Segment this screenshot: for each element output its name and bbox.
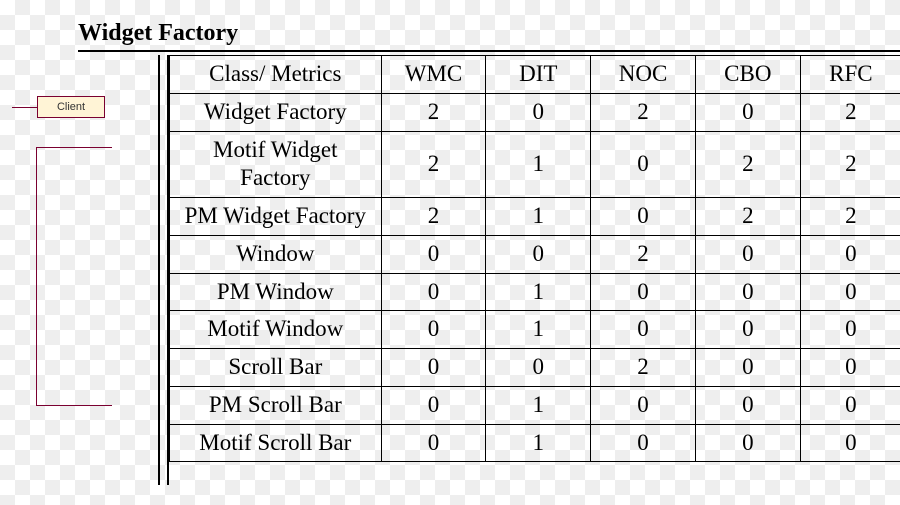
cell-wmc: 0: [381, 386, 486, 424]
cell-dit: 0: [486, 93, 591, 131]
cell-noc: 2: [591, 349, 696, 387]
cell-dit: 1: [486, 386, 591, 424]
table-row: Motif Scroll Bar 0 1 0 0 0: [170, 424, 900, 462]
cell-cbo: 0: [695, 273, 800, 311]
cell-rfc: 2: [800, 131, 900, 198]
table-row: Motif Widget Factory 2 1 0 2 2: [170, 131, 900, 198]
cell-rfc: 0: [800, 386, 900, 424]
cell-class: Window: [170, 235, 382, 273]
table-row: PM Widget Factory 2 1 0 2 2: [170, 198, 900, 236]
cell-wmc: 0: [381, 424, 486, 462]
title-underline: [78, 50, 900, 52]
cell-rfc: 2: [800, 198, 900, 236]
cell-rfc: 0: [800, 273, 900, 311]
cell-wmc: 2: [381, 131, 486, 198]
cell-rfc: 0: [800, 424, 900, 462]
table-row: Scroll Bar 0 0 2 0 0: [170, 349, 900, 387]
col-header-cbo: CBO: [695, 56, 800, 94]
cell-rfc: 2: [800, 93, 900, 131]
cell-cbo: 0: [695, 386, 800, 424]
cell-dit: 0: [486, 235, 591, 273]
cell-dit: 1: [486, 311, 591, 349]
metrics-table: Class/ Metrics WMC DIT NOC CBO RFC Widge…: [169, 55, 900, 462]
col-header-class: Class/ Metrics: [170, 56, 382, 94]
table-left-rule-outer: [158, 55, 160, 485]
cell-wmc: 0: [381, 273, 486, 311]
cell-wmc: 2: [381, 93, 486, 131]
cell-class: Motif Widget Factory: [170, 131, 382, 198]
cell-dit: 1: [486, 273, 591, 311]
cell-noc: 2: [591, 235, 696, 273]
cell-wmc: 2: [381, 198, 486, 236]
col-header-dit: DIT: [486, 56, 591, 94]
cell-class: PM Widget Factory: [170, 198, 382, 236]
col-header-noc: NOC: [591, 56, 696, 94]
cell-class: Motif Window: [170, 311, 382, 349]
diagram-bracket-vertical: [36, 147, 37, 405]
diagram-connector: [12, 107, 37, 108]
cell-cbo: 2: [695, 198, 800, 236]
table-row: Motif Window 0 1 0 0 0: [170, 311, 900, 349]
table-row: PM Window 0 1 0 0 0: [170, 273, 900, 311]
cell-cbo: 2: [695, 131, 800, 198]
cell-rfc: 0: [800, 235, 900, 273]
cell-noc: 0: [591, 386, 696, 424]
cell-wmc: 0: [381, 235, 486, 273]
cell-noc: 2: [591, 93, 696, 131]
cell-cbo: 0: [695, 311, 800, 349]
cell-rfc: 0: [800, 349, 900, 387]
cell-noc: 0: [591, 424, 696, 462]
cell-noc: 0: [591, 311, 696, 349]
cell-wmc: 0: [381, 349, 486, 387]
page-title: Widget Factory: [78, 20, 238, 47]
table-row: Widget Factory 2 0 2 0 2: [170, 93, 900, 131]
cell-dit: 1: [486, 424, 591, 462]
cell-cbo: 0: [695, 424, 800, 462]
diagram-bracket-top: [36, 147, 112, 148]
cell-class: PM Window: [170, 273, 382, 311]
table-body: Widget Factory 2 0 2 0 2 Motif Widget Fa…: [170, 93, 900, 462]
cell-class: Widget Factory: [170, 93, 382, 131]
table-row: Window 0 0 2 0 0: [170, 235, 900, 273]
cell-rfc: 0: [800, 311, 900, 349]
cell-cbo: 0: [695, 235, 800, 273]
cell-dit: 1: [486, 131, 591, 198]
metrics-table-wrap: Class/ Metrics WMC DIT NOC CBO RFC Widge…: [169, 55, 900, 462]
diagram-bracket-bottom: [36, 405, 112, 406]
cell-noc: 0: [591, 198, 696, 236]
cell-cbo: 0: [695, 349, 800, 387]
cell-noc: 0: [591, 131, 696, 198]
cell-cbo: 0: [695, 93, 800, 131]
cell-dit: 0: [486, 349, 591, 387]
client-box: Client: [37, 96, 105, 118]
cell-class: PM Scroll Bar: [170, 386, 382, 424]
cell-class: Motif Scroll Bar: [170, 424, 382, 462]
cell-noc: 0: [591, 273, 696, 311]
cell-wmc: 0: [381, 311, 486, 349]
table-header-row: Class/ Metrics WMC DIT NOC CBO RFC: [170, 56, 900, 94]
cell-dit: 1: [486, 198, 591, 236]
cell-class: Scroll Bar: [170, 349, 382, 387]
col-header-wmc: WMC: [381, 56, 486, 94]
col-header-rfc: RFC: [800, 56, 900, 94]
table-row: PM Scroll Bar 0 1 0 0 0: [170, 386, 900, 424]
